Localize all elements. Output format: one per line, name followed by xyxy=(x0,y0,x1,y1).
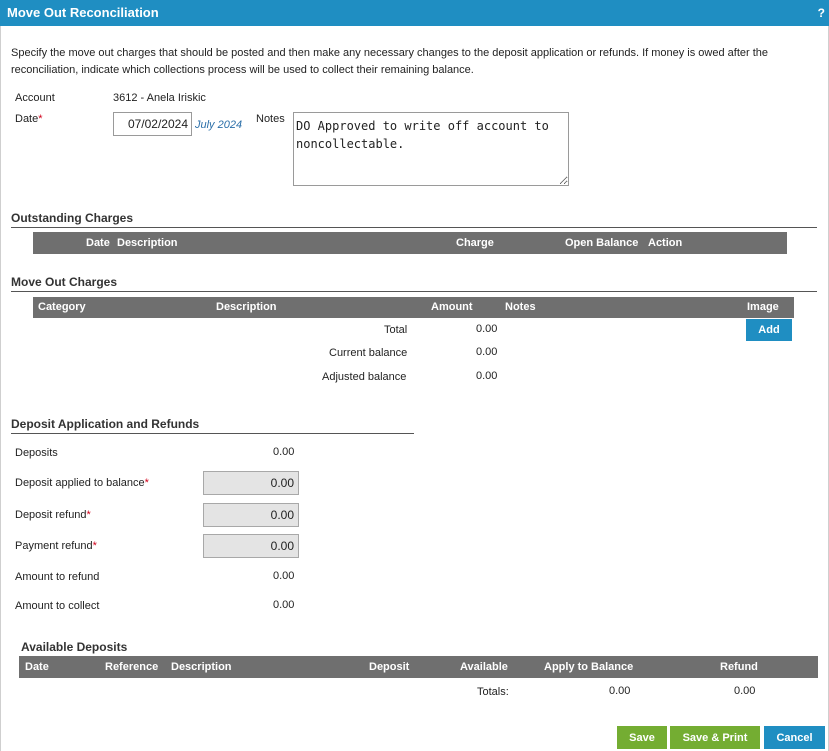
col-date: Date xyxy=(86,237,110,249)
date-input[interactable] xyxy=(113,112,192,136)
available-deposits-title: Available Deposits xyxy=(21,640,128,654)
total-label: Total xyxy=(384,324,408,336)
amount-to-refund-value: 0.00 xyxy=(273,570,295,582)
total-value: 0.00 xyxy=(476,323,498,335)
required-marker: * xyxy=(86,509,91,521)
adjusted-balance-value: 0.00 xyxy=(476,370,498,382)
payment-refund-label: Payment refund* xyxy=(15,540,97,552)
deposits-label: Deposits xyxy=(15,447,58,459)
col-notes: Notes xyxy=(505,301,536,313)
col-open-balance: Open Balance xyxy=(565,237,639,249)
dialog-title: Move Out Reconciliation xyxy=(7,5,159,20)
deposit-refund-label-text: Deposit refund xyxy=(15,509,87,521)
deposits-value: 0.00 xyxy=(273,446,295,458)
adjusted-balance-label: Adjusted balance xyxy=(322,371,407,383)
deposit-refund-field[interactable] xyxy=(203,503,299,527)
col-reference: Reference xyxy=(105,661,159,673)
col-description: Description xyxy=(171,661,232,673)
required-marker: * xyxy=(38,113,43,125)
dialog-titlebar: Move Out Reconciliation ? xyxy=(0,0,829,26)
outstanding-divider xyxy=(11,227,817,228)
totals-apply-value: 0.00 xyxy=(609,685,631,697)
payment-refund-label-text: Payment refund xyxy=(15,540,93,552)
cancel-button[interactable]: Cancel xyxy=(764,726,825,749)
outstanding-table-header: Date Description Charge Open Balance Act… xyxy=(33,232,787,254)
account-value: 3612 - Anela Iriskic xyxy=(113,92,206,104)
date-label-text: Date xyxy=(15,113,39,125)
save-and-print-button[interactable]: Save & Print xyxy=(670,726,760,749)
deposit-applied-label-text: Deposit applied to balance xyxy=(15,477,145,489)
current-balance-value: 0.00 xyxy=(476,346,498,358)
date-month-hint: July 2024 xyxy=(195,119,243,131)
col-available: Available xyxy=(460,661,508,673)
totals-refund-value: 0.00 xyxy=(734,685,756,697)
deposit-divider xyxy=(11,433,414,434)
deposit-applied-field[interactable] xyxy=(203,471,299,495)
col-refund: Refund xyxy=(720,661,758,673)
amount-to-collect-label: Amount to collect xyxy=(15,600,100,612)
outstanding-charges-title: Outstanding Charges xyxy=(11,211,134,225)
move-out-divider xyxy=(11,291,817,292)
col-date: Date xyxy=(25,661,49,673)
move-out-charges-title: Move Out Charges xyxy=(11,275,118,289)
col-apply-to-balance: Apply to Balance xyxy=(544,661,634,673)
col-description: Description xyxy=(216,301,277,313)
col-image: Image xyxy=(747,301,779,313)
required-marker: * xyxy=(144,477,149,489)
deposit-applied-label: Deposit applied to balance* xyxy=(15,477,149,489)
date-label: Date* xyxy=(15,113,43,125)
available-deposits-header: Date Reference Description Deposit Avail… xyxy=(19,656,818,678)
current-balance-label: Current balance xyxy=(329,347,408,359)
col-action: Action xyxy=(648,237,683,249)
amount-to-collect-value: 0.00 xyxy=(273,599,295,611)
col-amount: Amount xyxy=(431,301,473,313)
col-category: Category xyxy=(38,301,86,313)
payment-refund-field[interactable] xyxy=(203,534,299,558)
save-button[interactable]: Save xyxy=(617,726,667,749)
notes-textarea[interactable]: DO Approved to write off account to nonc… xyxy=(293,112,569,186)
notes-label: Notes xyxy=(256,113,285,125)
required-marker: * xyxy=(92,540,97,552)
col-charge: Charge xyxy=(456,237,494,249)
col-deposit: Deposit xyxy=(369,661,410,673)
deposit-refund-label: Deposit refund* xyxy=(15,509,91,521)
deposit-application-title: Deposit Application and Refunds xyxy=(11,417,200,431)
amount-to-refund-label: Amount to refund xyxy=(15,571,100,583)
intro-text: Specify the move out charges that should… xyxy=(11,47,769,76)
help-icon[interactable]: ? xyxy=(818,0,825,26)
account-label: Account xyxy=(15,92,55,104)
col-description: Description xyxy=(117,237,178,249)
totals-label: Totals: xyxy=(477,686,509,698)
add-image-button[interactable]: Add xyxy=(746,319,792,341)
move-out-table-header: Category Description Amount Notes Image xyxy=(33,297,794,318)
